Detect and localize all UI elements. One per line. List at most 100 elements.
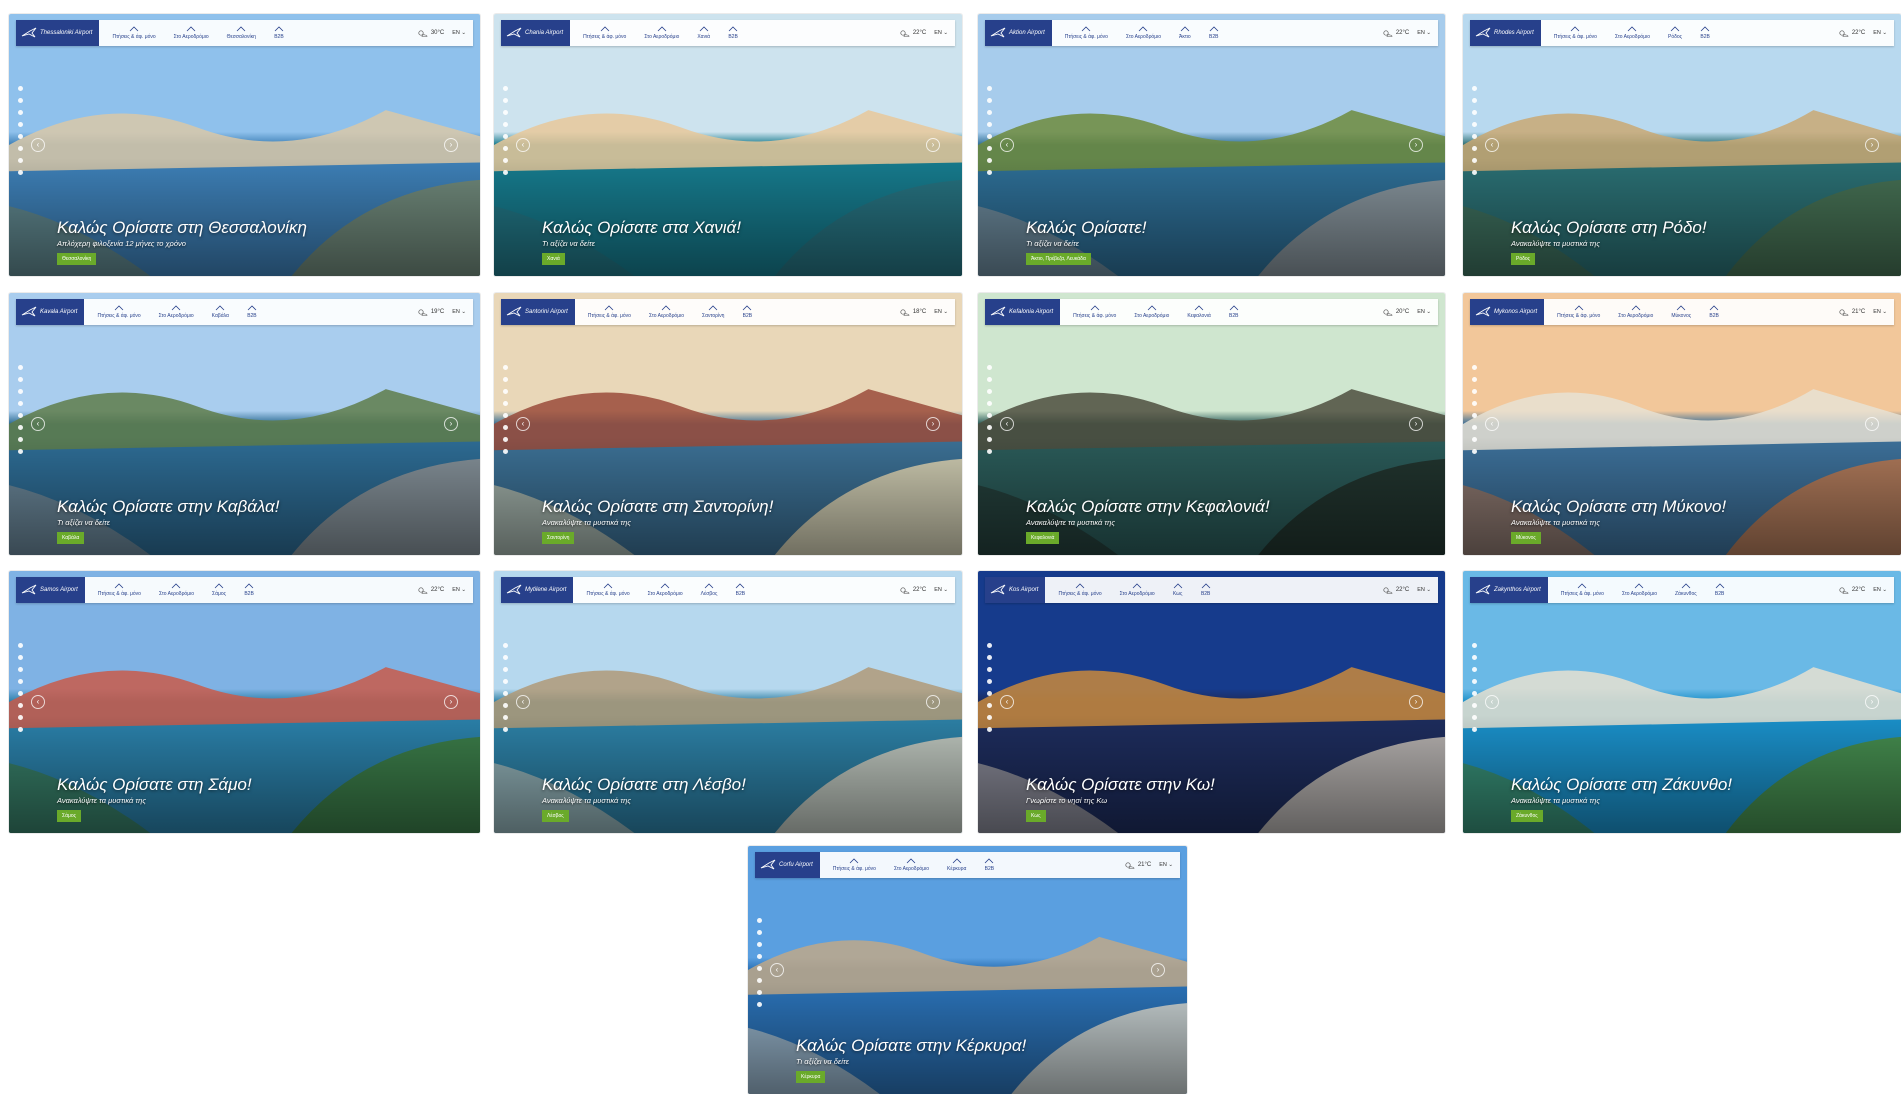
nav-b2b[interactable]: B2B <box>265 26 293 40</box>
pagination-dot[interactable] <box>503 715 508 720</box>
nav-airport[interactable]: Στο Αεροδρόμιο <box>885 858 938 872</box>
pagination-dot[interactable] <box>1472 365 1477 370</box>
pagination-dot[interactable] <box>1472 655 1477 660</box>
airport-logo[interactable]: Rhodes Airport <box>1470 20 1541 46</box>
language-selector[interactable]: EN ⌄ <box>1417 30 1438 36</box>
pagination-dot[interactable] <box>503 437 508 442</box>
pagination-dot[interactable] <box>987 413 992 418</box>
pagination-dot[interactable] <box>503 449 508 454</box>
pagination-dot[interactable] <box>1472 98 1477 103</box>
destination-badge[interactable]: Κως <box>1026 810 1046 822</box>
nav-flights[interactable]: Πτήσεις & άφ. μόνο <box>1056 26 1117 40</box>
pagination-dot[interactable] <box>503 389 508 394</box>
nav-destination[interactable]: Κως <box>1164 583 1192 597</box>
pagination-dot[interactable] <box>1472 449 1477 454</box>
pagination-dot[interactable] <box>1472 401 1477 406</box>
airport-logo[interactable]: Kos Airport <box>985 577 1046 603</box>
destination-badge[interactable]: Κέρκυρα <box>796 1071 826 1083</box>
nav-airport[interactable]: Στο Αεροδρόμιο <box>1613 583 1666 597</box>
nav-b2b[interactable]: B2B <box>719 26 747 40</box>
pagination-dot[interactable] <box>503 122 508 127</box>
airport-logo[interactable]: Samos Airport <box>16 577 85 603</box>
pagination-dot[interactable] <box>1472 425 1477 430</box>
pagination-dot[interactable] <box>987 437 992 442</box>
hero-subtitle[interactable]: Τι αξίζει να δείτε <box>1026 239 1079 248</box>
nav-airport[interactable]: Στο Αεροδρόμιο <box>150 583 203 597</box>
nav-b2b[interactable]: B2B <box>975 858 1003 872</box>
slide-next-arrow-icon[interactable]: › <box>1865 417 1879 431</box>
pagination-dot[interactable] <box>503 377 508 382</box>
destination-badge[interactable]: Θεσσαλονίκη <box>57 253 97 265</box>
pagination-dot[interactable] <box>1472 413 1477 418</box>
nav-b2b[interactable]: B2B <box>238 305 266 319</box>
pagination-dot[interactable] <box>18 691 23 696</box>
nav-flights[interactable]: Πτήσεις & άφ. μόνο <box>1049 583 1110 597</box>
slide-prev-arrow-icon[interactable]: ‹ <box>31 138 45 152</box>
destination-badge[interactable]: Ρόδος <box>1511 253 1536 265</box>
pagination-dot[interactable] <box>987 643 992 648</box>
slide-next-arrow-icon[interactable]: › <box>1865 695 1879 709</box>
nav-b2b[interactable]: B2B <box>1200 26 1228 40</box>
nav-airport[interactable]: Στο Αεροδρόμιο <box>165 26 218 40</box>
slide-next-arrow-icon[interactable]: › <box>1865 138 1879 152</box>
pagination-dot[interactable] <box>987 727 992 732</box>
pagination-dot[interactable] <box>1472 643 1477 648</box>
pagination-dot[interactable] <box>987 377 992 382</box>
hero-subtitle[interactable]: Ανακαλύψτε τα μυστικά της <box>57 796 146 805</box>
slide-prev-arrow-icon[interactable]: ‹ <box>1000 417 1014 431</box>
pagination-dot[interactable] <box>987 158 992 163</box>
slide-prev-arrow-icon[interactable]: ‹ <box>516 417 530 431</box>
language-selector[interactable]: EN ⌄ <box>1873 30 1894 36</box>
pagination-dot[interactable] <box>1472 667 1477 672</box>
nav-b2b[interactable]: B2B <box>733 305 761 319</box>
airport-logo[interactable]: Mytilene Airport <box>501 577 574 603</box>
nav-destination[interactable]: Μύκονος <box>1662 305 1700 319</box>
nav-flights[interactable]: Πτήσεις & άφ. μόνο <box>88 305 149 319</box>
pagination-dot[interactable] <box>18 437 23 442</box>
nav-b2b[interactable]: B2B <box>235 583 263 597</box>
pagination-dot[interactable] <box>18 449 23 454</box>
language-selector[interactable]: EN ⌄ <box>1417 309 1438 315</box>
pagination-dot[interactable] <box>1472 437 1477 442</box>
pagination-dot[interactable] <box>987 425 992 430</box>
airport-logo[interactable]: Thessaloniki Airport <box>16 20 100 46</box>
pagination-dot[interactable] <box>18 365 23 370</box>
pagination-dot[interactable] <box>18 170 23 175</box>
nav-flights[interactable]: Πτήσεις & άφ. μόνο <box>103 26 164 40</box>
pagination-dot[interactable] <box>1472 389 1477 394</box>
pagination-dot[interactable] <box>1472 158 1477 163</box>
slide-next-arrow-icon[interactable]: › <box>926 417 940 431</box>
nav-b2b[interactable]: B2B <box>1700 305 1728 319</box>
slide-prev-arrow-icon[interactable]: ‹ <box>31 695 45 709</box>
pagination-dot[interactable] <box>503 365 508 370</box>
hero-subtitle[interactable]: Γνωρίστε το νησί της Κω <box>1026 796 1107 805</box>
pagination-dot[interactable] <box>987 449 992 454</box>
nav-airport[interactable]: Στο Αεροδρόμιο <box>1111 583 1164 597</box>
pagination-dot[interactable] <box>987 691 992 696</box>
pagination-dot[interactable] <box>987 170 992 175</box>
pagination-dot[interactable] <box>503 413 508 418</box>
slide-next-arrow-icon[interactable]: › <box>444 695 458 709</box>
pagination-dot[interactable] <box>503 158 508 163</box>
slide-next-arrow-icon[interactable]: › <box>1409 138 1423 152</box>
hero-subtitle[interactable]: Απλόχερη φιλοξενία 12 μήνες το χρόνο <box>57 239 186 248</box>
pagination-dot[interactable] <box>1472 679 1477 684</box>
slide-prev-arrow-icon[interactable]: ‹ <box>1000 695 1014 709</box>
pagination-dot[interactable] <box>18 401 23 406</box>
nav-flights[interactable]: Πτήσεις & άφ. μόνο <box>574 26 635 40</box>
pagination-dot[interactable] <box>503 146 508 151</box>
pagination-dot[interactable] <box>503 679 508 684</box>
slide-prev-arrow-icon[interactable]: ‹ <box>1485 417 1499 431</box>
nav-destination[interactable]: Ζάκυνθος <box>1666 583 1706 597</box>
pagination-dot[interactable] <box>18 655 23 660</box>
pagination-dot[interactable] <box>1472 110 1477 115</box>
pagination-dot[interactable] <box>503 727 508 732</box>
pagination-dot[interactable] <box>987 667 992 672</box>
nav-flights[interactable]: Πτήσεις & άφ. μόνο <box>1064 305 1125 319</box>
airport-logo[interactable]: Kavala Airport <box>16 299 85 325</box>
pagination-dot[interactable] <box>1472 122 1477 127</box>
slide-next-arrow-icon[interactable]: › <box>444 138 458 152</box>
pagination-dot[interactable] <box>18 425 23 430</box>
pagination-dot[interactable] <box>503 667 508 672</box>
pagination-dot[interactable] <box>18 110 23 115</box>
